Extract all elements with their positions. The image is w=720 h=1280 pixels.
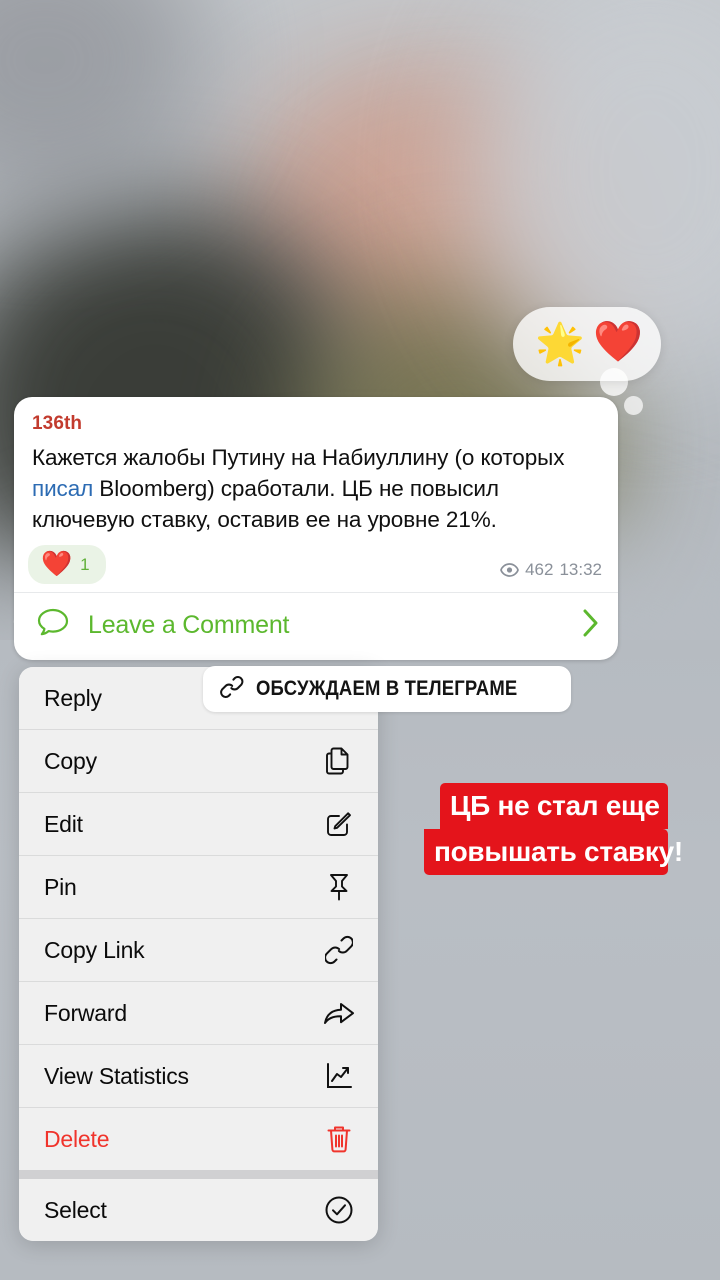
- line-chart-icon: [308, 1062, 370, 1090]
- leave-a-comment-button[interactable]: Leave a Comment: [14, 593, 618, 660]
- menu-item-select[interactable]: Select: [19, 1179, 378, 1241]
- story-screen: 🌟 ❤️ 136th Кажется жалобы Путину на Наби…: [0, 0, 720, 1280]
- message-time: 13:32: [559, 560, 602, 579]
- forward-arrow-icon: [308, 1000, 370, 1026]
- pushpin-icon: [308, 872, 370, 902]
- telegram-discussion-sticker[interactable]: ОБСУЖДАЕМ В ТЕЛЕГРАМЕ: [203, 666, 572, 712]
- menu-item-label: Copy: [44, 747, 97, 774]
- menu-item-view-statistics[interactable]: View Statistics: [19, 1045, 378, 1107]
- view-count-group: 462 13:32: [500, 560, 602, 584]
- eye-icon: [500, 563, 519, 577]
- heart-reaction-icon: ❤️: [41, 550, 73, 578]
- message-bubble: 136th Кажется жалобы Путину на Набиуллин…: [14, 397, 618, 660]
- leave-a-comment-label: Leave a Comment: [88, 611, 290, 639]
- menu-item-label: Edit: [44, 810, 83, 837]
- menu-item-label: Copy Link: [44, 936, 145, 963]
- message-meta: ❤️ 1 462 13:32: [14, 535, 618, 592]
- copy-documents-icon: [308, 746, 370, 776]
- view-count: 462: [525, 560, 554, 579]
- link-chain-icon: [219, 675, 245, 704]
- message-link-pisal[interactable]: писал: [32, 476, 93, 501]
- red-headline-sticker: ЦБ не стал еще повышать ставку!: [424, 783, 683, 875]
- star-emoji-icon: 🌟: [535, 322, 585, 366]
- chevron-right-icon: [582, 608, 600, 643]
- menu-item-label: Select: [44, 1196, 107, 1223]
- menu-item-forward[interactable]: Forward: [19, 982, 378, 1044]
- menu-item-copy[interactable]: Copy: [19, 730, 378, 792]
- red-sticker-line-1: ЦБ не стал еще: [440, 783, 668, 829]
- thought-bubble-tail-small: [624, 396, 643, 415]
- menu-item-label: Delete: [44, 1125, 110, 1152]
- emoji-thought-bubble: 🌟 ❤️: [513, 307, 661, 381]
- reaction-count: 1: [80, 554, 90, 574]
- check-circle-icon: [308, 1195, 370, 1225]
- message-text-part-2: Bloomberg) сработали. ЦБ не повысил ключ…: [32, 476, 499, 532]
- menu-item-edit[interactable]: Edit: [19, 793, 378, 855]
- heart-emoji-icon: ❤️: [593, 320, 643, 364]
- channel-label: 136th: [32, 413, 83, 434]
- menu-item-label: Pin: [44, 873, 77, 900]
- menu-section-divider: [19, 1170, 378, 1179]
- trash-can-icon: [308, 1124, 370, 1154]
- context-menu[interactable]: Reply Copy Edit Pin Copy Link Forward Vi…: [19, 667, 378, 1241]
- pencil-square-icon: [308, 810, 370, 838]
- menu-item-delete[interactable]: Delete: [19, 1108, 378, 1170]
- menu-item-label: View Statistics: [44, 1062, 189, 1089]
- red-sticker-line-2: повышать ставку!: [424, 829, 683, 875]
- message-text-part-1: Кажется жалобы Путину на Набиуллину (о к…: [32, 445, 565, 470]
- link-chain-icon: [308, 935, 370, 965]
- message-text: Кажется жалобы Путину на Набиуллину (о к…: [32, 442, 600, 535]
- reaction-pill[interactable]: ❤️ 1: [28, 545, 106, 584]
- comment-bubble-icon: [36, 607, 70, 644]
- message-body: 136th Кажется жалобы Путину на Набиуллин…: [14, 397, 618, 535]
- menu-item-copy-link[interactable]: Copy Link: [19, 919, 378, 981]
- telegram-sticker-label: ОБСУЖДАЕМ В ТЕЛЕГРАМЕ: [256, 677, 518, 700]
- menu-item-label: Forward: [44, 999, 127, 1026]
- menu-item-pin[interactable]: Pin: [19, 856, 378, 918]
